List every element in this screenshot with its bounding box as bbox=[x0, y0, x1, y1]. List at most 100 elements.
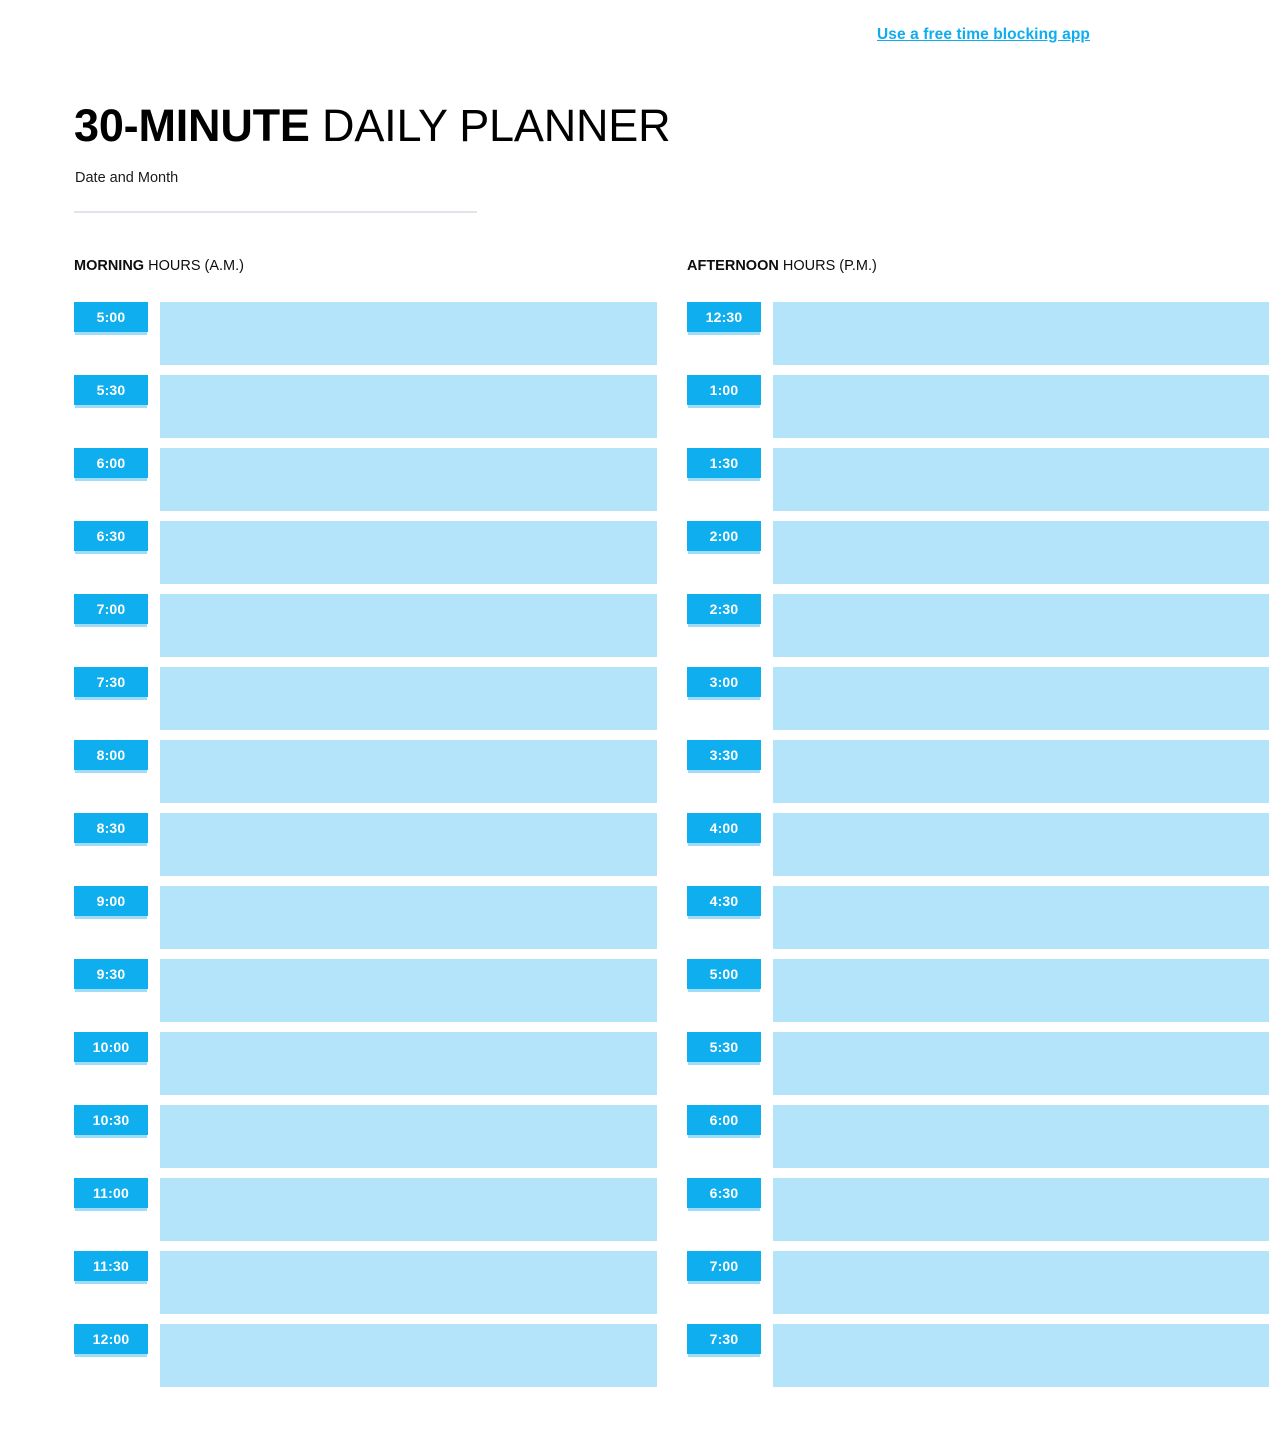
time-slot-note-field[interactable] bbox=[773, 302, 1269, 365]
time-slot-row: 6:30 bbox=[687, 1178, 1269, 1251]
time-slot-label: 7:00 bbox=[687, 1251, 761, 1284]
time-slot-row: 7:00 bbox=[74, 594, 657, 667]
time-slot-note-field[interactable] bbox=[773, 667, 1269, 730]
time-slot-label: 10:30 bbox=[74, 1105, 148, 1138]
afternoon-slot-list: 12:30 1:00 1:30 2:00 2:30 3:00 3:30 4:00 4:30 5:0… bbox=[687, 302, 1269, 1397]
time-slot-row: 7:30 bbox=[74, 667, 657, 740]
time-slot-row: 5:00 bbox=[74, 302, 657, 375]
time-slot-label: 12:30 bbox=[687, 302, 761, 335]
time-slot-row: 12:00 bbox=[74, 1324, 657, 1397]
time-slot-label: 2:30 bbox=[687, 594, 761, 627]
column-morning-heading-strong: MORNING bbox=[74, 258, 145, 274]
time-slot-note-field[interactable] bbox=[773, 1251, 1269, 1314]
time-slot-note-field[interactable] bbox=[773, 1105, 1269, 1168]
time-slot-label: 9:00 bbox=[74, 886, 148, 919]
column-afternoon: AFTERNOON HOURS (P.M.) 12:30 1:00 1:30 2:00… bbox=[687, 258, 1269, 1397]
time-slot-label: 11:30 bbox=[74, 1251, 148, 1284]
time-slot-label: 3:00 bbox=[687, 667, 761, 700]
time-slot-label: 3:30 bbox=[687, 740, 761, 773]
time-slot-row: 5:30 bbox=[74, 375, 657, 448]
column-morning-heading-light: HOURS (A.M.) bbox=[144, 258, 244, 274]
time-slot-row: 4:00 bbox=[687, 813, 1269, 886]
time-slot-note-field[interactable] bbox=[160, 1324, 657, 1387]
time-slot-note-field[interactable] bbox=[160, 886, 657, 949]
time-slot-note-field[interactable] bbox=[773, 813, 1269, 876]
time-slot-note-field[interactable] bbox=[160, 302, 657, 365]
time-slot-label: 7:00 bbox=[74, 594, 148, 627]
time-slot-note-field[interactable] bbox=[160, 959, 657, 1022]
time-slot-note-field[interactable] bbox=[160, 813, 657, 876]
time-slot-label: 5:30 bbox=[74, 375, 148, 408]
time-slot-label: 4:00 bbox=[687, 813, 761, 846]
time-slot-row: 7:00 bbox=[687, 1251, 1269, 1324]
page-title: 30-MINUTE DAILY PLANNER bbox=[74, 100, 671, 152]
time-slot-row: 3:30 bbox=[687, 740, 1269, 813]
column-afternoon-heading-strong: AFTERNOON bbox=[687, 258, 779, 274]
time-slot-label: 7:30 bbox=[74, 667, 148, 700]
time-slot-note-field[interactable] bbox=[773, 1032, 1269, 1095]
time-slot-row: 6:00 bbox=[74, 448, 657, 521]
time-slot-note-field[interactable] bbox=[160, 667, 657, 730]
time-slot-label: 12:00 bbox=[74, 1324, 148, 1357]
time-slot-note-field[interactable] bbox=[773, 886, 1269, 949]
time-slot-label: 5:30 bbox=[687, 1032, 761, 1065]
top-link-container: Use a free time blocking app bbox=[877, 26, 1090, 44]
time-slot-row: 11:30 bbox=[74, 1251, 657, 1324]
time-slot-label: 5:00 bbox=[74, 302, 148, 335]
time-slot-note-field[interactable] bbox=[773, 740, 1269, 803]
time-slot-note-field[interactable] bbox=[160, 375, 657, 438]
time-slot-row: 11:00 bbox=[74, 1178, 657, 1251]
time-slot-note-field[interactable] bbox=[773, 959, 1269, 1022]
time-slot-row: 6:00 bbox=[687, 1105, 1269, 1178]
page-title-strong: 30-MINUTE bbox=[74, 100, 310, 152]
time-slot-row: 1:30 bbox=[687, 448, 1269, 521]
time-slot-note-field[interactable] bbox=[773, 594, 1269, 657]
time-slot-row: 7:30 bbox=[687, 1324, 1269, 1397]
time-slot-note-field[interactable] bbox=[773, 1178, 1269, 1241]
time-slot-label: 6:00 bbox=[687, 1105, 761, 1138]
time-slot-note-field[interactable] bbox=[773, 521, 1269, 584]
time-slot-label: 6:30 bbox=[687, 1178, 761, 1211]
time-slot-note-field[interactable] bbox=[160, 1178, 657, 1241]
time-slot-note-field[interactable] bbox=[773, 1324, 1269, 1387]
time-slot-row: 6:30 bbox=[74, 521, 657, 594]
time-slot-label: 6:30 bbox=[74, 521, 148, 554]
column-afternoon-heading-light: HOURS (P.M.) bbox=[778, 258, 877, 274]
time-slot-label: 6:00 bbox=[74, 448, 148, 481]
time-slot-note-field[interactable] bbox=[160, 448, 657, 511]
time-slot-note-field[interactable] bbox=[773, 375, 1269, 438]
time-slot-label: 5:00 bbox=[687, 959, 761, 992]
time-slot-note-field[interactable] bbox=[160, 740, 657, 803]
time-slot-note-field[interactable] bbox=[773, 448, 1269, 511]
time-slot-label: 8:30 bbox=[74, 813, 148, 846]
column-afternoon-heading: AFTERNOON HOURS (P.M.) bbox=[687, 258, 877, 276]
time-slot-row: 1:00 bbox=[687, 375, 1269, 448]
morning-slot-list: 5:00 5:30 6:00 6:30 7:00 7:30 8:00 8:30 9:00 9:30… bbox=[74, 302, 657, 1397]
time-slot-note-field[interactable] bbox=[160, 594, 657, 657]
time-slot-row: 10:30 bbox=[74, 1105, 657, 1178]
time-slot-label: 9:30 bbox=[74, 959, 148, 992]
time-slot-note-field[interactable] bbox=[160, 521, 657, 584]
time-slot-row: 8:30 bbox=[74, 813, 657, 886]
time-slot-row: 5:30 bbox=[687, 1032, 1269, 1105]
time-slot-note-field[interactable] bbox=[160, 1105, 657, 1168]
time-slot-note-field[interactable] bbox=[160, 1251, 657, 1314]
time-slot-label: 7:30 bbox=[687, 1324, 761, 1357]
time-slot-note-field[interactable] bbox=[160, 1032, 657, 1095]
column-morning-heading: MORNING HOURS (A.M.) bbox=[74, 258, 244, 276]
time-slot-row: 12:30 bbox=[687, 302, 1269, 375]
time-slot-row: 4:30 bbox=[687, 886, 1269, 959]
time-slot-label: 2:00 bbox=[687, 521, 761, 554]
time-slot-label: 11:00 bbox=[74, 1178, 148, 1211]
time-blocking-app-link[interactable]: Use a free time blocking app bbox=[877, 26, 1090, 43]
time-slot-row: 10:00 bbox=[74, 1032, 657, 1105]
date-and-month-input-rule[interactable] bbox=[74, 211, 477, 213]
date-and-month-label: Date and Month bbox=[75, 170, 179, 186]
time-slot-label: 1:00 bbox=[687, 375, 761, 408]
time-slot-row: 8:00 bbox=[74, 740, 657, 813]
time-slot-row: 5:00 bbox=[687, 959, 1269, 1032]
time-slot-row: 9:00 bbox=[74, 886, 657, 959]
time-slot-row: 3:00 bbox=[687, 667, 1269, 740]
page-title-light: DAILY PLANNER bbox=[309, 100, 671, 152]
time-slot-row: 9:30 bbox=[74, 959, 657, 1032]
